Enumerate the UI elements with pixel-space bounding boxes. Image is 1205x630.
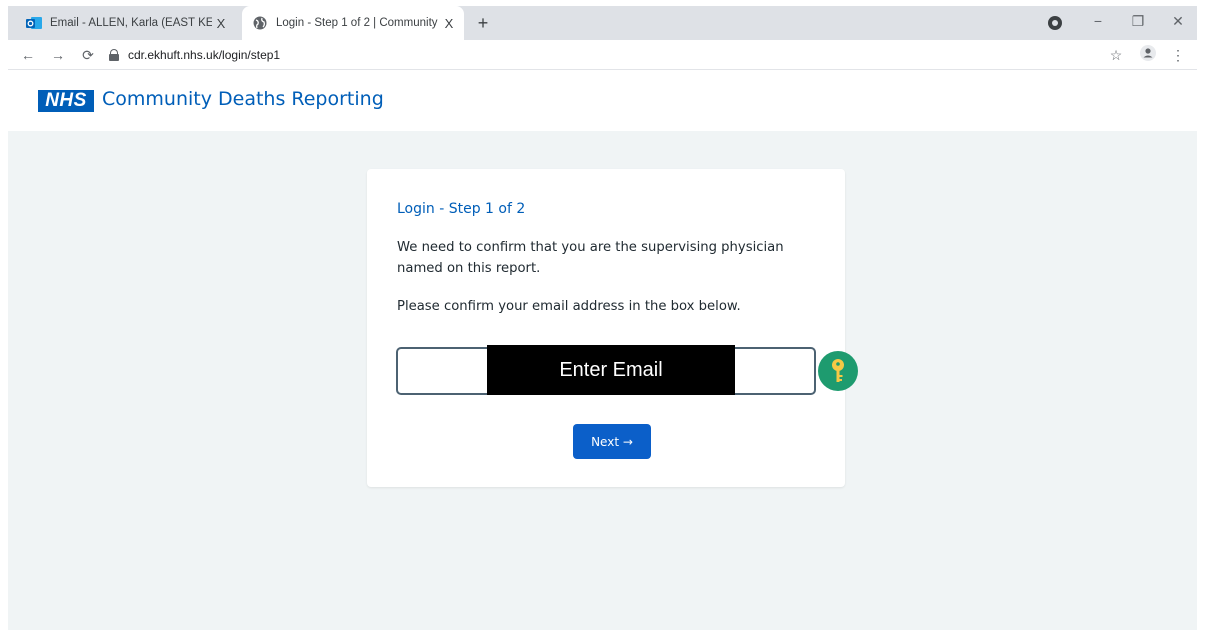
login-card: Login - Step 1 of 2 We need to confirm t… xyxy=(367,169,858,487)
tab-login[interactable]: Login - Step 1 of 2 | Community X xyxy=(242,6,464,40)
address-bar[interactable]: cdr.ekhuft.nhs.uk/login/step1 xyxy=(108,44,1088,66)
close-tab-icon[interactable]: X xyxy=(440,16,458,31)
key-icon xyxy=(818,351,858,391)
tab-title: Login - Step 1 of 2 | Community xyxy=(276,17,438,29)
new-tab-button[interactable]: + xyxy=(472,12,494,34)
bookmark-star-icon[interactable]: ☆ xyxy=(1106,45,1126,65)
email-input[interactable]: Enter Email xyxy=(396,345,816,395)
back-icon[interactable]: ← xyxy=(18,45,38,65)
forward-icon[interactable]: → xyxy=(48,45,68,65)
globe-icon xyxy=(252,15,268,31)
next-button[interactable]: Next → xyxy=(573,424,651,459)
close-window-button[interactable]: ✕ xyxy=(1158,6,1197,36)
restore-button[interactable]: ❐ xyxy=(1118,6,1158,36)
browser-toolbar: ← → ⟳ cdr.ekhuft.nhs.uk/login/step1 ☆ ⋮ xyxy=(8,40,1197,70)
tab-email[interactable]: Email - ALLEN, Karla (EAST KENT X xyxy=(16,6,236,40)
menu-icon[interactable]: ⋮ xyxy=(1168,45,1188,65)
lock-icon xyxy=(108,49,120,61)
main-content: Login - Step 1 of 2 We need to confirm t… xyxy=(8,131,1197,630)
tab-title: Email - ALLEN, Karla (EAST KENT xyxy=(50,17,212,29)
site-title[interactable]: Community Deaths Reporting xyxy=(102,88,384,110)
profile-icon[interactable] xyxy=(1138,45,1158,65)
extension-icon[interactable] xyxy=(1048,16,1062,30)
nhs-logo[interactable]: NHS xyxy=(38,90,94,112)
close-tab-icon[interactable]: X xyxy=(212,16,230,31)
minimize-button[interactable]: − xyxy=(1078,6,1118,36)
tab-strip: Email - ALLEN, Karla (EAST KENT X Login … xyxy=(8,6,1197,40)
login-heading: Login - Step 1 of 2 xyxy=(397,201,526,217)
email-redaction-box: Enter Email xyxy=(487,345,735,395)
outlook-icon xyxy=(26,15,42,31)
reload-icon[interactable]: ⟳ xyxy=(78,45,98,65)
site-header: NHS Community Deaths Reporting xyxy=(8,71,1197,131)
confirm-email-text: Please confirm your email address in the… xyxy=(397,299,741,314)
url-text: cdr.ekhuft.nhs.uk/login/step1 xyxy=(128,48,281,62)
browser-window: Email - ALLEN, Karla (EAST KENT X Login … xyxy=(8,6,1197,630)
confirm-physician-text: We need to confirm that you are the supe… xyxy=(397,240,784,276)
